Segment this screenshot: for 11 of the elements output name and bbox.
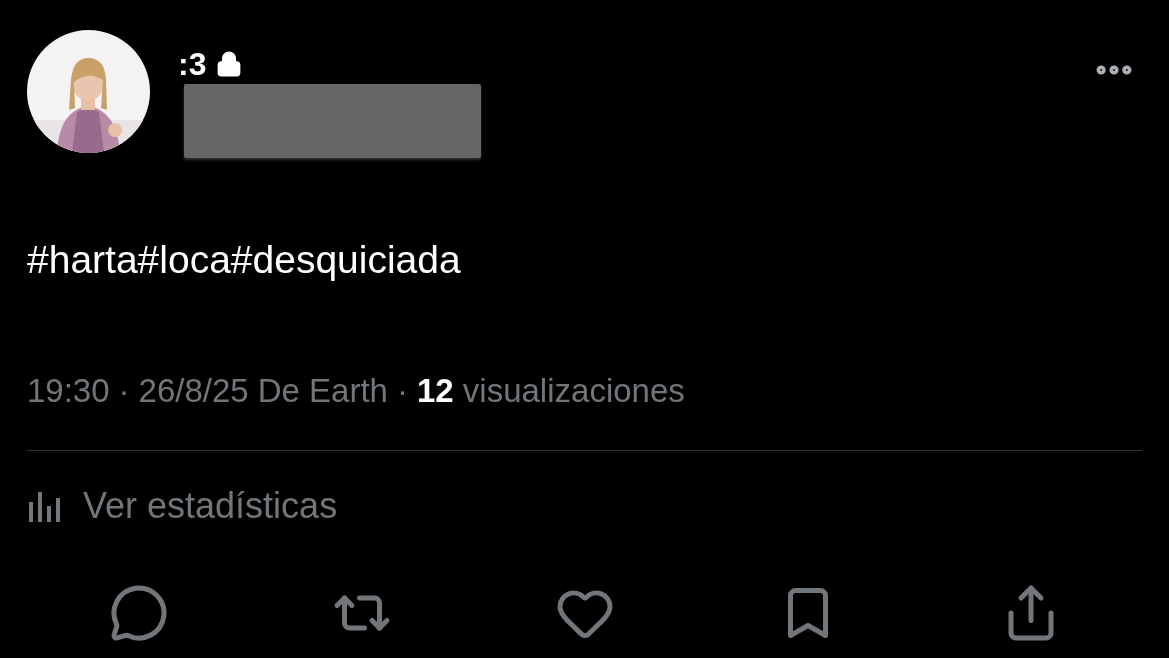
dot-separator: · bbox=[396, 372, 408, 410]
stats-link[interactable]: Ver estadísticas bbox=[27, 485, 338, 527]
post-text: #harta#loca#desquiciada bbox=[27, 237, 462, 283]
post-source: De Earth bbox=[257, 372, 388, 410]
post-time[interactable]: 19:30 bbox=[27, 372, 110, 410]
view-count: 12 visualizaciones bbox=[416, 372, 685, 410]
dot-separator: · bbox=[118, 372, 130, 410]
reply-icon bbox=[109, 583, 169, 643]
reply-button[interactable] bbox=[109, 583, 169, 643]
display-name[interactable]: :3 bbox=[178, 46, 207, 82]
post-date[interactable]: 26/8/25 bbox=[138, 372, 249, 410]
